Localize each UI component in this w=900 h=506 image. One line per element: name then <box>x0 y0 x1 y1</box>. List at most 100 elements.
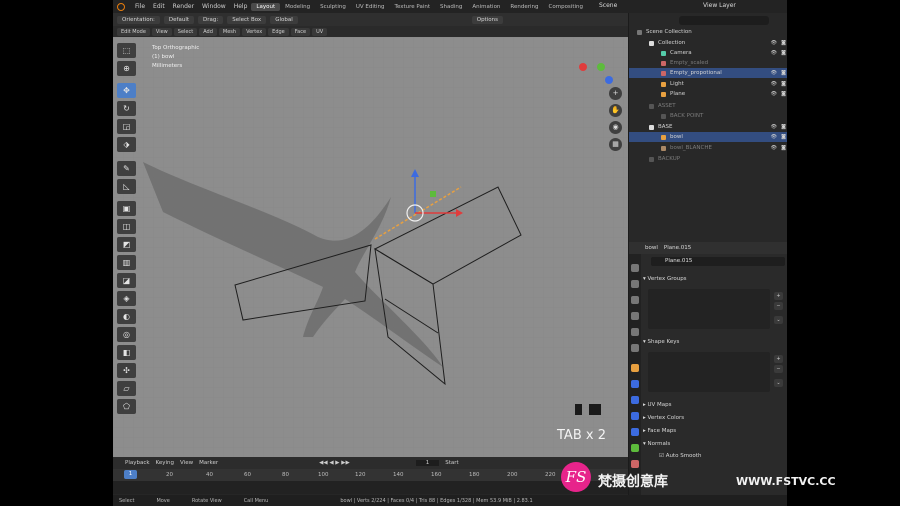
scene-selector[interactable]: Scene <box>599 2 617 9</box>
menu-select[interactable]: Select <box>173 27 198 36</box>
remove-vertex-group-button[interactable]: − <box>774 302 783 310</box>
nav-y-icon[interactable] <box>597 63 605 71</box>
outliner-row[interactable]: Collection 👁 ◙ <box>629 38 787 48</box>
shape-keys-list[interactable] <box>648 352 770 392</box>
object-breadcrumb[interactable]: Plane.015 <box>664 245 691 251</box>
outliner-row[interactable]: bowl_BLANCHE 👁 ◙ <box>629 143 787 153</box>
blender-logo-icon[interactable] <box>117 2 125 11</box>
menu-render[interactable]: Render <box>169 3 198 10</box>
menu-edge[interactable]: Edge <box>268 27 289 36</box>
menu-view[interactable]: View <box>151 27 172 36</box>
hand-icon[interactable]: ✋ <box>609 104 622 117</box>
menu-add[interactable]: Add <box>199 27 217 36</box>
object-tab-icon[interactable] <box>631 364 639 372</box>
panel-shape-keys[interactable]: ▾ Shape Keys <box>643 337 785 347</box>
auto-smooth-checkbox[interactable]: ☑ Auto Smooth <box>659 451 787 461</box>
panel-uv-maps[interactable]: ▸ UV Maps <box>643 400 785 410</box>
rotate-tool[interactable]: ↻ <box>117 101 136 116</box>
mesh-breadcrumb[interactable]: bowl <box>645 245 658 251</box>
scene-tab-icon[interactable] <box>631 328 639 336</box>
timeline-ruler[interactable]: 1 20 40 60 80 100 120 140 160 180 200 22… <box>113 469 628 481</box>
menu-help[interactable]: Help <box>230 3 252 10</box>
ortho-toggle-icon[interactable]: ▦ <box>609 138 622 151</box>
nav-x-icon[interactable] <box>579 63 587 71</box>
tool-tab-icon[interactable] <box>631 264 639 272</box>
object-name-field[interactable]: Plane.015 <box>651 257 785 266</box>
menu-file[interactable]: File <box>131 3 149 10</box>
camera-icon[interactable]: ◙ <box>781 145 786 151</box>
smooth-tool[interactable]: ◎ <box>117 327 136 342</box>
view-layer-selector[interactable]: View Layer <box>703 2 736 9</box>
outliner-row[interactable]: bowl 👁 ◙ <box>629 132 787 142</box>
menu-playback[interactable]: Playback <box>125 460 150 466</box>
move-tool[interactable]: ✥ <box>117 83 136 98</box>
knife-tool[interactable]: ◪ <box>117 273 136 288</box>
tab-uv-editing[interactable]: UV Editing <box>351 3 390 11</box>
playback-controls[interactable]: ◀◀ ◀ ▶ ▶▶ <box>319 460 350 466</box>
select-box-tool[interactable]: ⬚ <box>117 43 136 58</box>
panel-normals[interactable]: ▾ Normals <box>643 439 785 449</box>
menu-mesh[interactable]: Mesh <box>218 27 241 36</box>
eye-icon[interactable]: 👁 <box>771 124 777 130</box>
render-tab-icon[interactable] <box>631 280 639 288</box>
tab-compositing[interactable]: Compositing <box>544 3 588 11</box>
outliner-search-input[interactable] <box>679 16 769 25</box>
drag-dropdown[interactable]: Select Box <box>227 15 267 24</box>
eye-icon[interactable]: 👁 <box>771 91 777 97</box>
remove-shape-key-button[interactable]: − <box>774 365 783 373</box>
tab-rendering[interactable]: Rendering <box>505 3 543 11</box>
eye-icon[interactable]: 👁 <box>771 134 777 140</box>
camera-icon[interactable]: ◙ <box>781 134 786 140</box>
inset-tool[interactable]: ◫ <box>117 219 136 234</box>
add-shape-key-button[interactable]: + <box>774 355 783 363</box>
camera-view-icon[interactable]: ◉ <box>609 121 622 134</box>
outliner-row[interactable]: Scene Collection <box>629 27 787 37</box>
tab-sculpting[interactable]: Sculpting <box>315 3 351 11</box>
loop-cut-tool[interactable]: ▥ <box>117 255 136 270</box>
particles-tab-icon[interactable] <box>631 396 639 404</box>
measure-tool[interactable]: ◺ <box>117 179 136 194</box>
poly-build-tool[interactable]: ◈ <box>117 291 136 306</box>
outliner-row[interactable]: BACKUP <box>629 154 787 164</box>
view-layer-tab-icon[interactable] <box>631 312 639 320</box>
current-frame-field[interactable]: 1 <box>415 460 440 466</box>
eye-icon[interactable]: 👁 <box>771 81 777 87</box>
shrink-tool[interactable]: ✣ <box>117 363 136 378</box>
camera-icon[interactable]: ◙ <box>781 124 786 130</box>
output-tab-icon[interactable] <box>631 296 639 304</box>
gizmo-plane-handle[interactable] <box>430 191 436 197</box>
pivot-dropdown[interactable]: Global <box>270 15 298 24</box>
physics-tab-icon[interactable] <box>631 412 639 420</box>
camera-icon[interactable]: ◙ <box>781 40 786 46</box>
cursor-tool[interactable]: ⊕ <box>117 61 136 76</box>
outliner-row[interactable]: Camera 👁 ◙ <box>629 48 787 58</box>
rip-tool[interactable]: ⬠ <box>117 399 136 414</box>
tab-shading[interactable]: Shading <box>435 3 467 11</box>
outliner-row[interactable]: Empty_propotional 👁 ◙ <box>629 68 787 78</box>
menu-uv[interactable]: UV <box>312 27 328 36</box>
camera-icon[interactable]: ◙ <box>781 91 786 97</box>
menu-marker[interactable]: Marker <box>199 460 218 466</box>
playhead[interactable]: 1 <box>124 470 137 479</box>
outliner-row[interactable]: BASE 👁 ◙ <box>629 122 787 132</box>
modifier-tab-icon[interactable] <box>631 380 639 388</box>
outliner-row[interactable]: Plane 👁 ◙ <box>629 89 787 99</box>
outliner-row[interactable]: Empty_scaled <box>629 58 787 68</box>
menu-timeline-view[interactable]: View <box>180 460 193 466</box>
outliner-row[interactable]: Light 👁 ◙ <box>629 79 787 89</box>
eye-icon[interactable]: 👁 <box>771 50 777 56</box>
panel-vertex-colors[interactable]: ▸ Vertex Colors <box>643 413 785 423</box>
panel-face-maps[interactable]: ▸ Face Maps <box>643 426 785 436</box>
menu-window[interactable]: Window <box>198 3 230 10</box>
menu-edit[interactable]: Edit <box>149 3 169 10</box>
tab-modeling[interactable]: Modeling <box>280 3 315 11</box>
annotate-tool[interactable]: ✎ <box>117 161 136 176</box>
mode-dropdown[interactable]: Edit Mode <box>117 27 150 36</box>
orientation-dropdown[interactable]: Default <box>163 15 195 24</box>
tab-layout[interactable]: Layout <box>251 2 281 11</box>
add-vertex-group-button[interactable]: + <box>774 292 783 300</box>
panel-vertex-groups[interactable]: ▾ Vertex Groups <box>643 274 785 284</box>
bevel-tool[interactable]: ◩ <box>117 237 136 252</box>
transform-tool[interactable]: ⬗ <box>117 137 136 152</box>
scale-tool[interactable]: ◲ <box>117 119 136 134</box>
